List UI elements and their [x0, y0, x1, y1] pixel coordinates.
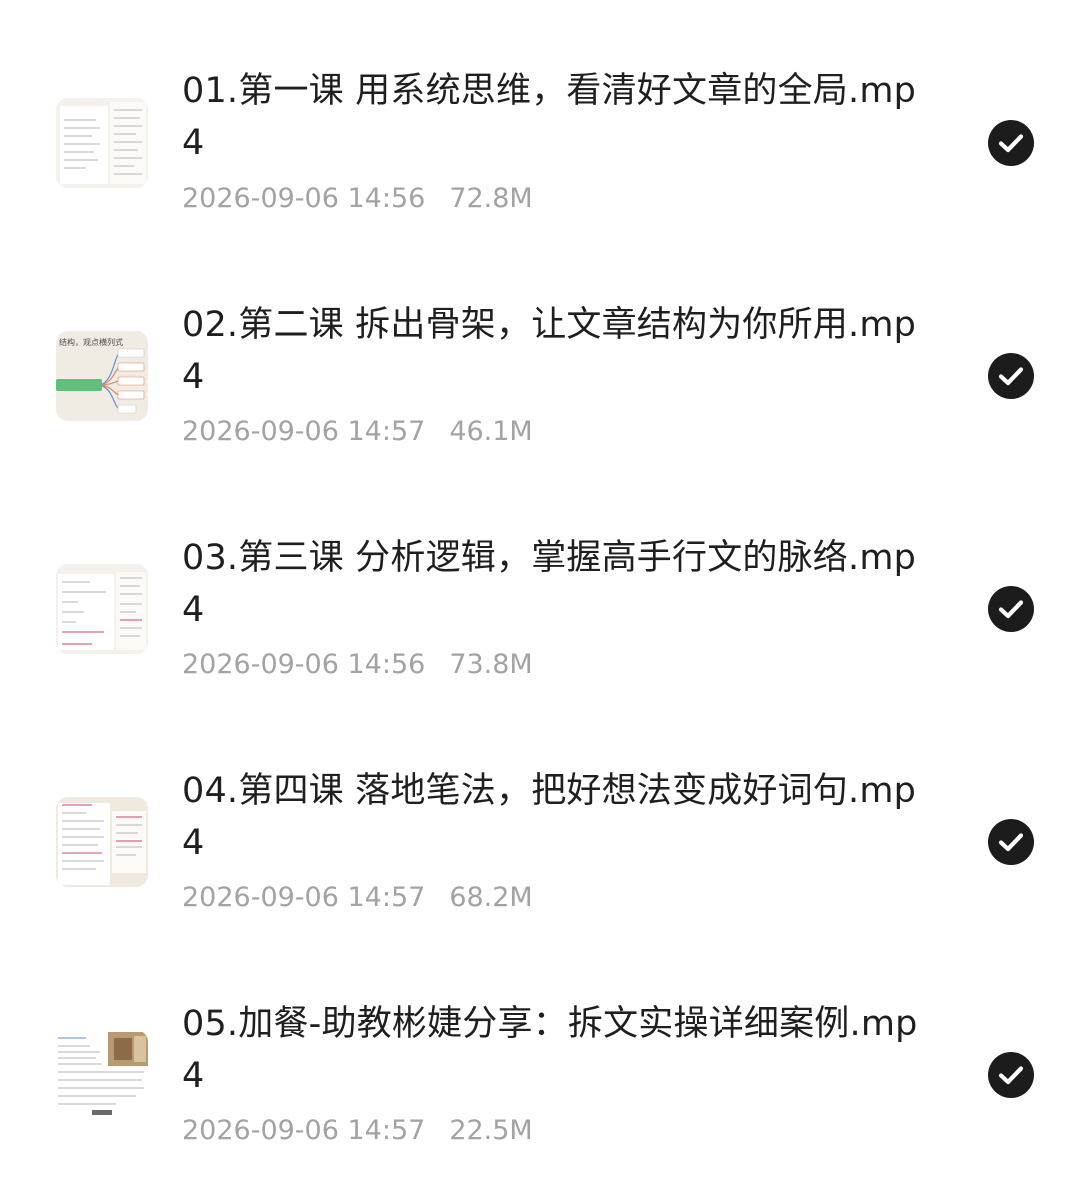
file-size: 68.2M: [449, 882, 533, 913]
file-row[interactable]: 04.第四课 落地笔法，把好想法变成好词句.mp4 2026-09-06 14:…: [0, 699, 1068, 933]
file-date: 2026-09-06 14:56: [182, 183, 426, 214]
check-circle-icon: [998, 600, 1024, 619]
file-size: 22.5M: [449, 1115, 533, 1146]
selected-check-button[interactable]: [988, 586, 1034, 632]
file-date: 2026-09-06 14:57: [182, 416, 426, 447]
check-circle-icon: [998, 833, 1024, 852]
file-title[interactable]: 03.第三课 分析逻辑，掌握高手行文的脉络.mp4: [182, 532, 922, 636]
file-meta: 2026-09-06 14:56 72.8M: [182, 182, 533, 216]
file-row[interactable]: 01.第一课 用系统思维，看清好文章的全局.mp4 2026-09-06 14:…: [0, 0, 1068, 234]
document-thumbnail-icon: [56, 797, 148, 887]
selected-check-button[interactable]: [988, 819, 1034, 865]
file-date: 2026-09-06 14:57: [182, 882, 426, 913]
check-circle-icon: [998, 134, 1024, 153]
file-meta: 2026-09-06 14:57 22.5M: [182, 1114, 533, 1148]
document-thumbnail-icon: [56, 98, 148, 188]
file-meta: 2026-09-06 14:57 46.1M: [182, 415, 533, 449]
video-thumbnail[interactable]: [56, 797, 148, 887]
video-thumbnail[interactable]: [56, 1030, 148, 1120]
thumbnail-caption: 结构，观点横列式: [59, 337, 123, 347]
file-title[interactable]: 05.加餐-助教彬婕分享：拆文实操详细案例.mp4: [182, 998, 922, 1102]
file-date: 2026-09-06 14:57: [182, 1115, 426, 1146]
mindmap-thumbnail-icon: 结构，观点横列式: [56, 331, 148, 421]
selected-check-button[interactable]: [988, 1052, 1034, 1098]
selected-check-button[interactable]: [988, 353, 1034, 399]
selected-check-button[interactable]: [988, 120, 1034, 166]
document-thumbnail-icon: [56, 564, 148, 654]
video-thumbnail[interactable]: [56, 98, 148, 188]
file-size: 46.1M: [449, 416, 533, 447]
video-thumbnail[interactable]: 结构，观点横列式: [56, 331, 148, 421]
document-photo-thumbnail-icon: [56, 1030, 148, 1120]
file-date: 2026-09-06 14:56: [182, 649, 426, 680]
video-thumbnail[interactable]: [56, 564, 148, 654]
file-size: 72.8M: [449, 183, 533, 214]
file-meta: 2026-09-06 14:57 68.2M: [182, 881, 533, 915]
check-circle-icon: [998, 367, 1024, 386]
file-list: 01.第一课 用系统思维，看清好文章的全局.mp4 2026-09-06 14:…: [0, 0, 1068, 1200]
check-circle-icon: [998, 1066, 1024, 1085]
file-row[interactable]: 05.加餐-助教彬婕分享：拆文实操详细案例.mp4 2026-09-06 14:…: [0, 932, 1068, 1166]
file-size: 73.8M: [449, 649, 533, 680]
file-row[interactable]: 03.第三课 分析逻辑，掌握高手行文的脉络.mp4 2026-09-06 14:…: [0, 466, 1068, 700]
file-row[interactable]: 结构，观点横列式 02.第二课 拆出骨架，让文章结构为你所用.mp4 2026-…: [0, 233, 1068, 467]
file-title[interactable]: 02.第二课 拆出骨架，让文章结构为你所用.mp4: [182, 299, 922, 403]
file-title[interactable]: 01.第一课 用系统思维，看清好文章的全局.mp4: [182, 65, 922, 169]
file-meta: 2026-09-06 14:56 73.8M: [182, 648, 533, 682]
file-title[interactable]: 04.第四课 落地笔法，把好想法变成好词句.mp4: [182, 765, 922, 869]
